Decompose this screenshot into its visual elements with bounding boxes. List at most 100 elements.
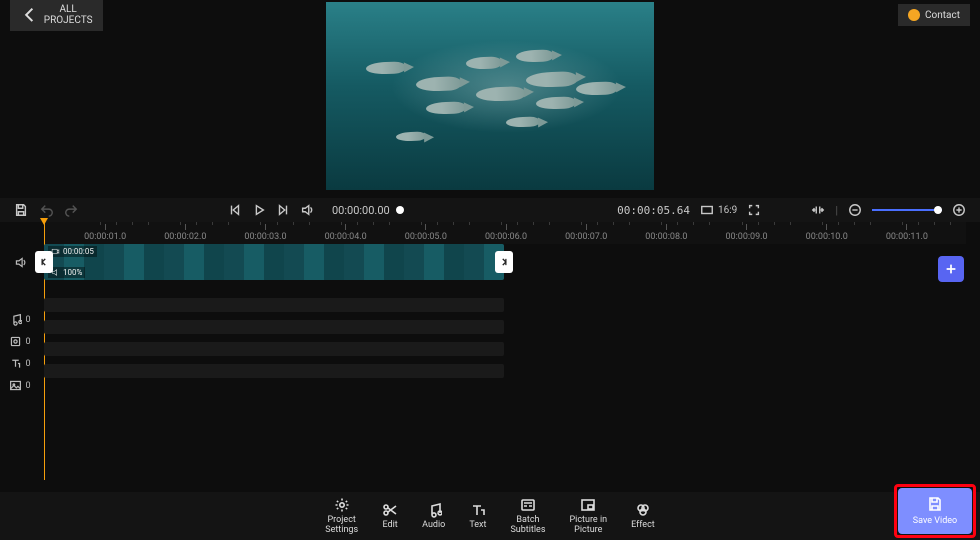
sticker-track-button[interactable]: 0: [9, 335, 30, 348]
zoom-out-icon[interactable]: [848, 203, 862, 217]
plus-icon: [944, 262, 958, 276]
text-track-button[interactable]: 0: [9, 357, 30, 370]
ruler-tick-label: 00:00:01.0: [84, 232, 126, 242]
undo-redo-group: [40, 203, 78, 217]
redo-icon[interactable]: [64, 203, 78, 217]
scissors-icon: [382, 502, 398, 518]
sticker-count: 0: [25, 337, 30, 347]
all-projects-button[interactable]: ALL PROJECTS: [10, 0, 103, 31]
ruler-tick-label: 00:00:11.0: [886, 232, 928, 242]
empty-track-3[interactable]: [44, 342, 504, 356]
aspect-ratio-button[interactable]: 16:9: [700, 203, 737, 217]
music-note-icon: [426, 502, 442, 518]
ruler-tick-label: 00:00:04.0: [325, 232, 367, 242]
ruler-tick-label: 00:00:09.0: [725, 232, 767, 242]
ruler-tick-label: 00:00:06.0: [485, 232, 527, 242]
sticker-icon: [9, 335, 22, 348]
video-track[interactable]: 00:00:05 100%: [44, 244, 504, 280]
text-count: 0: [25, 359, 30, 369]
ruler-tick: 00:00:06.0: [485, 224, 527, 242]
batch-subtitles-label: Batch Subtitles: [510, 516, 545, 536]
ruler-tick-label: 00:00:10.0: [806, 232, 848, 242]
effect-button[interactable]: Effect: [631, 502, 655, 531]
ruler-tick-label: 00:00:08.0: [645, 232, 687, 242]
image-count: 0: [25, 381, 30, 391]
ruler-tick-label: 00:00:05.0: [405, 232, 447, 242]
volume-icon[interactable]: [300, 203, 314, 217]
image-icon: [9, 379, 22, 392]
contact-button[interactable]: Contact: [898, 4, 970, 26]
preview-frame-image: [326, 2, 654, 190]
ruler-tick: 00:00:01.0: [84, 224, 126, 242]
timeline-area[interactable]: 00:00:05 100%: [44, 244, 966, 480]
zoom-in-icon[interactable]: [952, 203, 966, 217]
effect-label: Effect: [631, 521, 655, 531]
add-media-button[interactable]: [938, 256, 964, 282]
zoom-slider-knob[interactable]: [934, 206, 942, 214]
edit-label: Edit: [383, 521, 398, 531]
text-button[interactable]: Text: [469, 502, 486, 531]
text-label: Text: [469, 521, 486, 531]
clip-trim-right-handle[interactable]: [495, 251, 513, 273]
fit-timeline-icon[interactable]: [811, 203, 825, 217]
save-video-button[interactable]: Save Video: [898, 488, 972, 534]
clip-volume-value: 100%: [63, 268, 82, 277]
ruler-tick: 00:00:10.0: [806, 224, 848, 242]
bottom-toolbar: Project Settings Edit Audio Text Batch S…: [0, 492, 980, 540]
fullscreen-icon[interactable]: [747, 203, 761, 217]
pip-label: Picture in Picture: [569, 516, 607, 536]
ruler-tick: 00:00:04.0: [325, 224, 367, 242]
timeline-ruler[interactable]: 00:00:01.000:00:02.000:00:03.000:00:04.0…: [44, 222, 966, 244]
text-icon: [9, 357, 22, 370]
clip-trim-left-handle[interactable]: [35, 251, 53, 273]
ruler-tick-label: 00:00:07.0: [565, 232, 607, 242]
edit-button[interactable]: Edit: [382, 502, 398, 531]
current-time-value: 00:00:00.00: [332, 204, 390, 217]
playhead-indicator-icon: [396, 206, 404, 214]
video-clip[interactable]: 00:00:05 100%: [44, 244, 504, 280]
ruler-tick: 00:00:09.0: [725, 224, 767, 242]
batch-subtitles-button[interactable]: Batch Subtitles: [510, 497, 545, 536]
undo-icon[interactable]: [40, 203, 54, 217]
audio-label: Audio: [422, 521, 445, 531]
controls-bar: 00:00:00.00 00:00:05.64 16:9 |: [0, 198, 980, 222]
ruler-tick: 00:00:03.0: [244, 224, 286, 242]
empty-track-4[interactable]: [44, 364, 504, 378]
clip-volume-label: 100%: [48, 267, 85, 278]
zoom-slider[interactable]: [872, 209, 942, 211]
track-mute-button[interactable]: [14, 256, 27, 269]
skip-forward-icon[interactable]: [276, 203, 290, 217]
audio-button[interactable]: Audio: [422, 502, 445, 531]
music-track-button[interactable]: 0: [9, 313, 30, 326]
transport-controls: 00:00:00.00: [228, 203, 412, 217]
save-disk-icon: [927, 496, 943, 512]
aspect-icon: [700, 203, 714, 217]
ruler-tick: 00:00:07.0: [565, 224, 607, 242]
ruler-tick: 00:00:11.0: [886, 224, 928, 242]
track-tools-column: 0 0 0 0: [0, 256, 40, 392]
image-track-button[interactable]: 0: [9, 379, 30, 392]
all-projects-label: ALL PROJECTS: [44, 4, 93, 26]
zoom-controls: |: [811, 203, 966, 217]
gear-icon: [334, 497, 350, 513]
speaker-icon: [14, 256, 27, 269]
chevron-left-icon: [20, 5, 40, 25]
empty-track-2[interactable]: [44, 320, 504, 334]
subtitles-icon: [520, 497, 536, 513]
project-settings-button[interactable]: Project Settings: [325, 497, 358, 536]
ruler-tick: 00:00:08.0: [645, 224, 687, 242]
save-icon[interactable]: [14, 203, 28, 217]
ruler-tick: 00:00:05.0: [405, 224, 447, 242]
pip-icon: [580, 497, 596, 513]
video-preview[interactable]: [326, 2, 654, 190]
text-t-icon: [470, 502, 486, 518]
skip-back-icon[interactable]: [228, 203, 242, 217]
play-icon[interactable]: [252, 203, 266, 217]
contact-avatar-icon: [908, 9, 920, 21]
effect-icon: [635, 502, 651, 518]
clip-duration-label: 00:00:05: [48, 246, 97, 257]
empty-track-1[interactable]: [44, 298, 504, 312]
music-icon: [9, 313, 22, 326]
pip-button[interactable]: Picture in Picture: [569, 497, 607, 536]
controls-left-group: [14, 203, 78, 217]
